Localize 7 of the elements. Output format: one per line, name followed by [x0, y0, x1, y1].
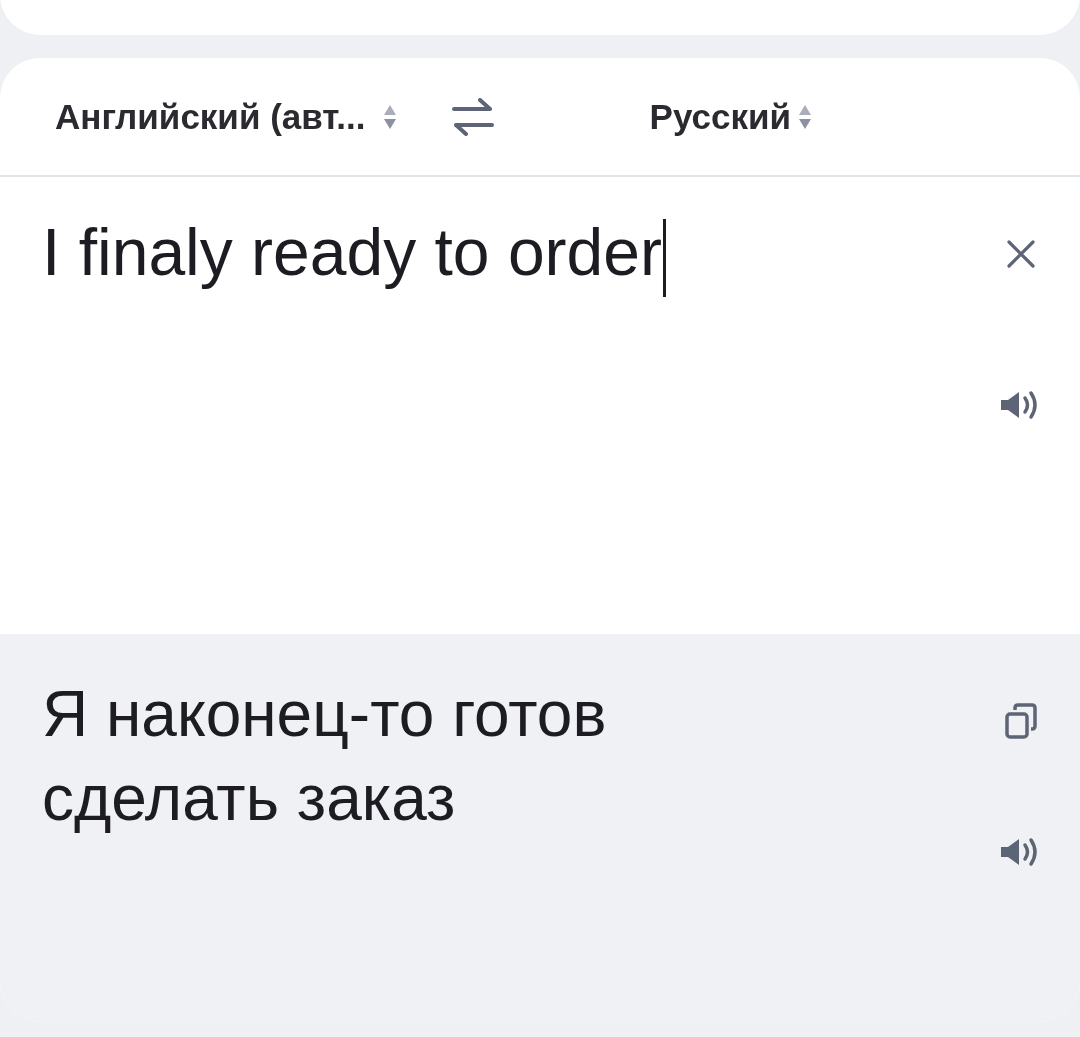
- close-icon[interactable]: [1006, 239, 1036, 269]
- swap-icon[interactable]: [449, 97, 496, 136]
- copy-icon[interactable]: [1004, 702, 1038, 740]
- input-field[interactable]: I finaly ready to order: [42, 177, 996, 634]
- target-language-selector[interactable]: Русский: [649, 96, 813, 137]
- translation-text: Я наконец-то готов сделать заказ: [42, 677, 608, 836]
- source-language-selector[interactable]: Английский (авт...: [55, 96, 398, 137]
